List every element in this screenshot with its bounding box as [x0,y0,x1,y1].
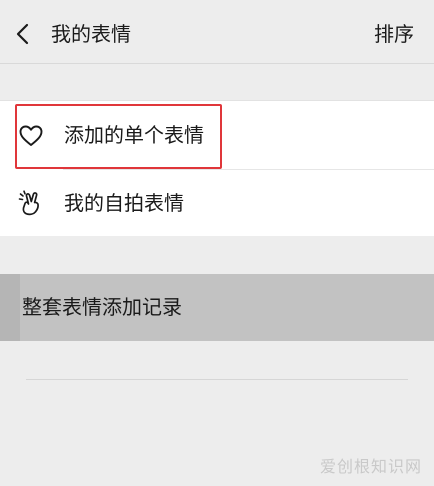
sticker-set-history-item[interactable]: 整套表情添加记录 [0,274,434,341]
sticker-list: 添加的单个表情 我的自拍表情 [0,100,434,236]
heart-icon [19,125,43,146]
back-arrow-icon[interactable] [14,22,34,46]
list-item-label: 我的自拍表情 [64,191,184,215]
header-bar: 我的表情 排序 [0,0,434,64]
sticker-set-history-label: 整套表情添加记录 [22,295,182,319]
selfie-hand-icon [18,190,39,216]
list-item-label: 添加的单个表情 [64,123,204,147]
bottom-divider [26,379,408,380]
page-title: 我的表情 [51,22,131,46]
list-item-added-single-stickers[interactable]: 添加的单个表情 [0,101,434,169]
sticker-settings-page: 我的表情 排序 添加的单个表情 我的自拍表情 整套表情添加记录 爱创根知识网 [0,0,434,486]
sort-button[interactable]: 排序 [374,20,414,48]
watermark-text: 爱创根知识网 [319,457,422,476]
list-item-my-selfie-stickers[interactable]: 我的自拍表情 [0,169,434,237]
record-bar-edge [0,274,20,341]
